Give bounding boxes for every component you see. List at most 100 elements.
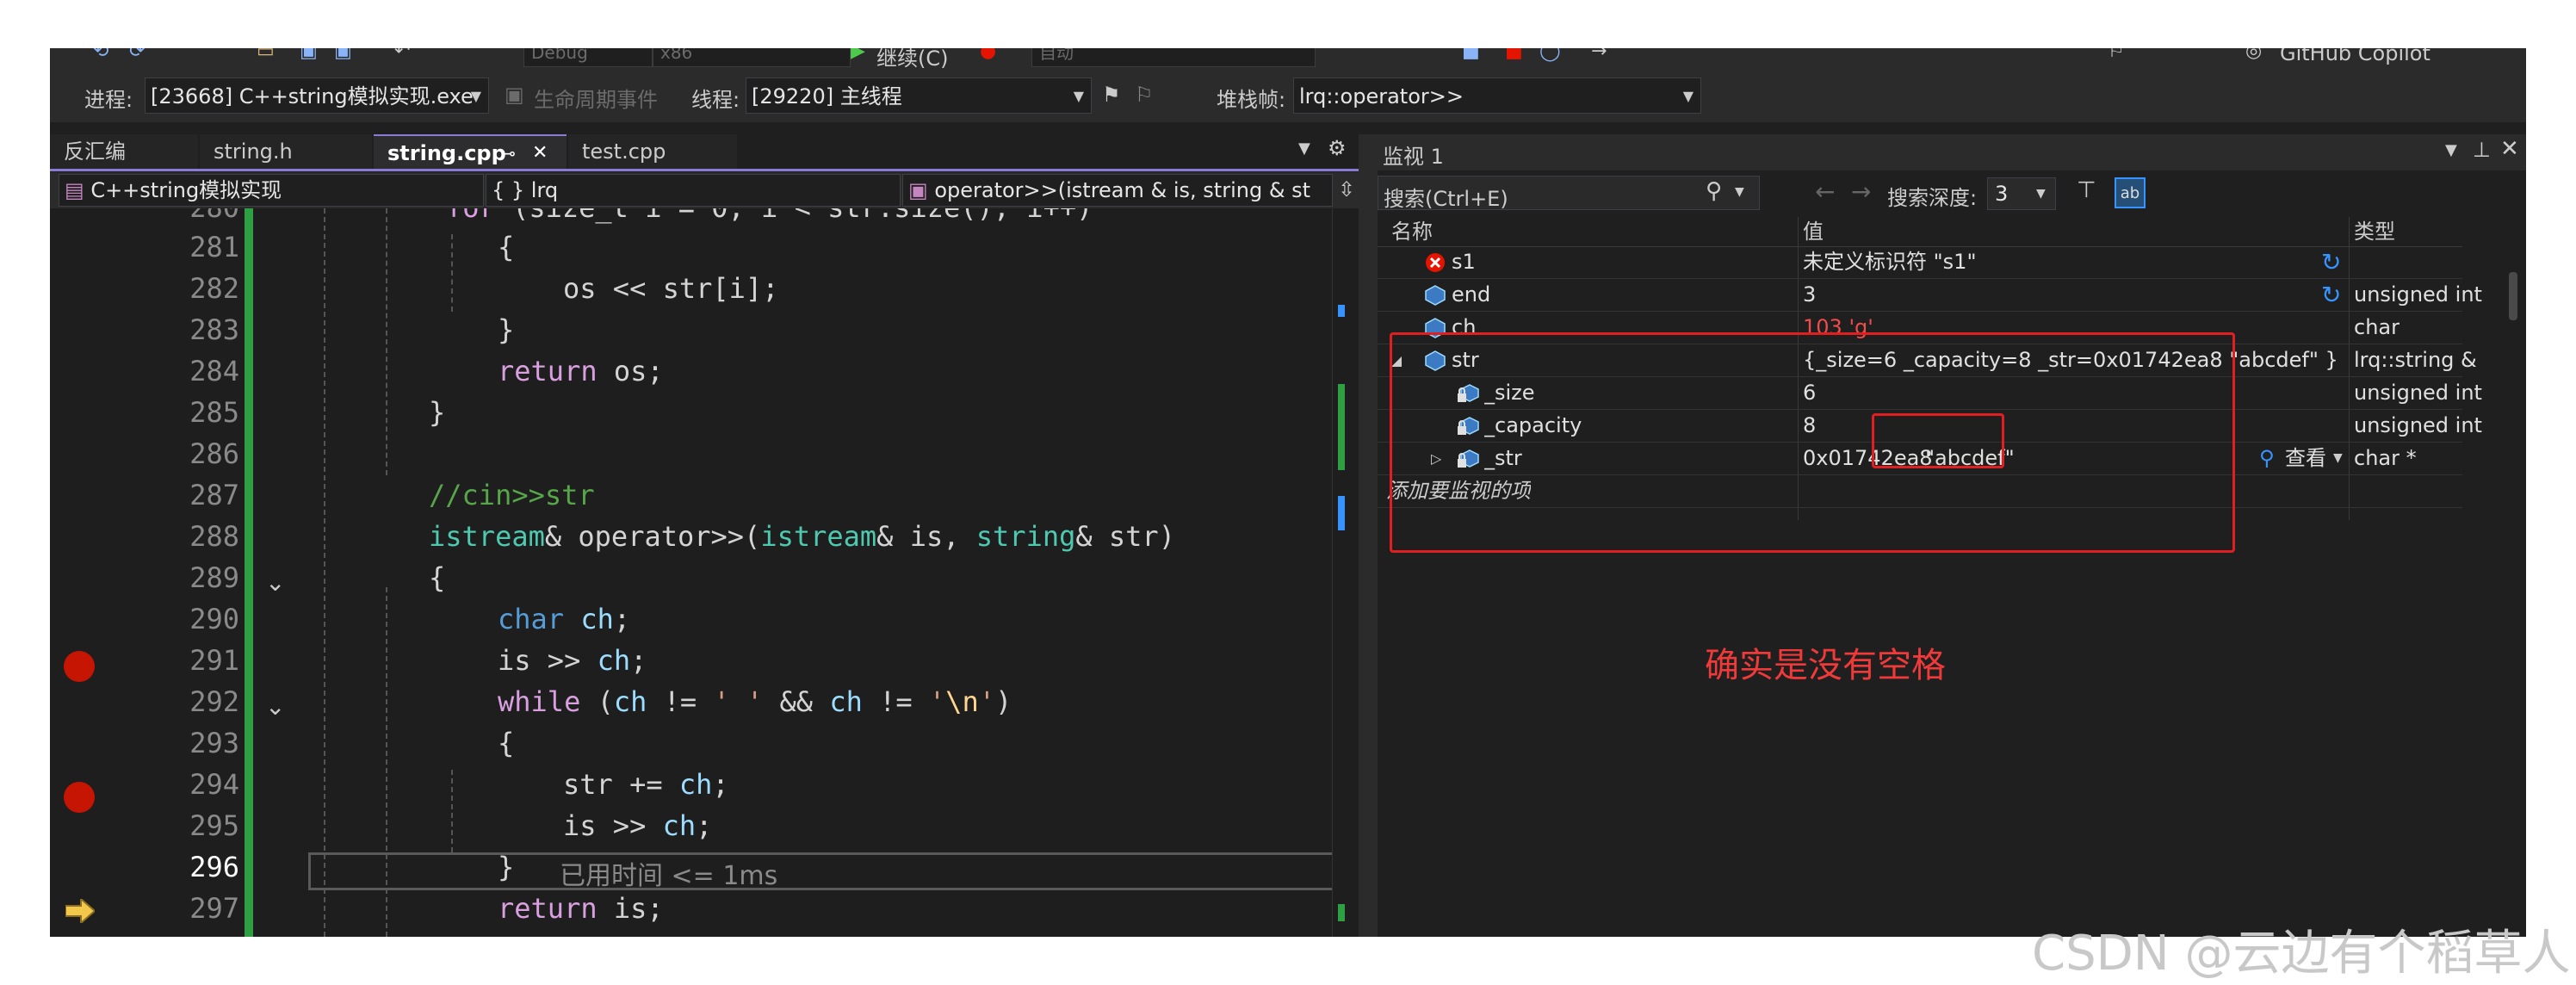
- process-label: 进程:: [84, 88, 133, 112]
- project-label: C++string模拟实现: [90, 178, 282, 202]
- pin-watch-icon[interactable]: ⊤: [2077, 177, 2096, 203]
- search-previous-icon[interactable]: ←: [1815, 177, 1835, 206]
- open-folder-icon[interactable]: ▭: [257, 48, 275, 61]
- chevron-down-icon: ▼: [1073, 88, 1084, 104]
- column-header-type[interactable]: 类型: [2354, 217, 2395, 246]
- member-combo[interactable]: ▣ operator>>(istream & is, string & st: [902, 174, 1333, 207]
- tab-disassembly[interactable]: 反汇编: [50, 134, 198, 169]
- fold-chevron-icon[interactable]: ⌄: [265, 692, 285, 721]
- gear-icon[interactable]: ⚙: [1328, 136, 1347, 160]
- breakpoint-icon[interactable]: [64, 651, 95, 682]
- project-combo[interactable]: ▤ C++string模拟实现: [59, 174, 484, 207]
- editor-scrollbar[interactable]: [1332, 208, 1359, 937]
- member-label: operator>>(istream & is, string & st: [934, 178, 1311, 202]
- line-number: 286: [189, 437, 239, 470]
- fold-chevron-icon[interactable]: ⌄: [265, 568, 285, 597]
- search-icon[interactable]: ⚲: [1706, 178, 1722, 204]
- scroll-marker: [1338, 384, 1345, 470]
- chevron-down-icon[interactable]: ▼: [2333, 443, 2343, 474]
- copilot-label[interactable]: GitHub Copilot: [2280, 48, 2430, 65]
- watch-row-s1[interactable]: s1 未定义标识符 "s1" ↻: [1378, 246, 2462, 279]
- stop-icon[interactable]: ●: [980, 48, 997, 61]
- code-line: {: [498, 231, 515, 263]
- process-combo[interactable]: [23668] C++string模拟实现.exe ▼: [145, 77, 489, 114]
- code-line: {: [498, 727, 515, 759]
- main-toolbar: ⟲ ⟳ ▭ ▣ ▣ ↶ Debug x86 ▶ 继续(C) ● 自动 ■ ■ ◯…: [50, 48, 2526, 71]
- stack-frame-combo[interactable]: lrq::operator>> ▼: [1293, 77, 1701, 114]
- indent-guide: [324, 208, 325, 937]
- continue-label[interactable]: 继续(C): [876, 48, 948, 71]
- hex-display-icon[interactable]: ab: [2115, 177, 2146, 208]
- thread-combo[interactable]: [29220] 主线程 ▼: [746, 77, 1092, 114]
- watch-value[interactable]: 未定义标识符 "s1": [1803, 246, 1976, 278]
- pane-splitter[interactable]: [1359, 134, 1378, 937]
- line-number: 293: [189, 727, 239, 759]
- lifecycle-label[interactable]: 生命周期事件: [534, 83, 658, 113]
- tab-list-icon[interactable]: ▼: [1298, 139, 1310, 158]
- code-line: is >> ch;: [498, 644, 647, 677]
- config-combo[interactable]: Debug: [523, 48, 653, 67]
- chevron-down-icon: ▼: [1682, 88, 1694, 104]
- scope-label: { } lrq: [492, 178, 559, 202]
- lifecycle-icon[interactable]: ▣: [505, 83, 524, 107]
- restart-debug-icon[interactable]: ◯: [1539, 48, 1561, 61]
- forward-icon[interactable]: ⟳: [129, 48, 146, 61]
- visualizer-icon[interactable]: ⚲: [2259, 443, 2275, 474]
- annotation-box-value: [1872, 413, 2004, 468]
- search-depth-label: 搜索深度:: [1887, 186, 1978, 210]
- close-icon[interactable]: ✕: [2500, 136, 2519, 162]
- restart-icon[interactable]: ■: [1462, 48, 1480, 61]
- flag-thread-icon[interactable]: ⚐: [1135, 83, 1154, 107]
- tab-string-cpp[interactable]: string.cpp ⊸ ✕: [374, 134, 567, 169]
- column-header-name[interactable]: 名称: [1391, 217, 1433, 246]
- window-menu-icon[interactable]: ▼: [2445, 141, 2457, 159]
- line-number: 280: [127, 208, 239, 224]
- scope-combo[interactable]: { } lrq: [486, 174, 901, 207]
- auto-combo[interactable]: 自动: [1031, 48, 1316, 67]
- search-depth-combo[interactable]: 3 ▼: [1987, 177, 2056, 210]
- pin-icon[interactable]: ⊸: [501, 136, 516, 170]
- watch-search-box[interactable]: 搜索(Ctrl+E) ⚲ ▼: [1378, 176, 1760, 212]
- line-number: 284: [189, 355, 239, 387]
- tab-string-h[interactable]: string.h: [200, 134, 372, 169]
- code-editor[interactable]: 280 281 282 283 284 285 286 287 288 289 …: [50, 208, 1359, 937]
- view-visualizer-button[interactable]: 查看: [2285, 443, 2326, 474]
- watch-type: char *: [2354, 446, 2417, 470]
- refresh-icon[interactable]: ↻: [2321, 279, 2341, 311]
- glyph-margin[interactable]: [50, 208, 108, 937]
- save-icon[interactable]: ▣: [300, 48, 318, 61]
- close-icon[interactable]: ✕: [532, 136, 548, 170]
- watch-scrollbar[interactable]: [2502, 246, 2526, 935]
- chevron-down-icon: ▼: [470, 88, 481, 104]
- flag-icon[interactable]: ⚑: [1102, 83, 1121, 107]
- copilot-icon[interactable]: ◎: [2245, 48, 2263, 61]
- tab-test-cpp[interactable]: test.cpp: [568, 134, 737, 169]
- save-all-icon[interactable]: ▣: [334, 48, 352, 61]
- refresh-icon[interactable]: ↻: [2321, 246, 2341, 278]
- watch-toolbar: 搜索(Ctrl+E) ⚲ ▼ ← → 搜索深度: 3 ▼ ⊤ ab: [1378, 170, 2526, 215]
- step-over-icon[interactable]: →: [1591, 48, 1608, 61]
- watch-title: 监视 1: [1383, 145, 1444, 169]
- split-editor-icon[interactable]: ⇳: [1338, 177, 1355, 201]
- code-line: }: [498, 851, 515, 883]
- continue-icon[interactable]: ▶: [851, 48, 868, 61]
- search-next-icon[interactable]: →: [1851, 177, 1871, 206]
- column-header-value[interactable]: 值: [1803, 217, 1824, 246]
- breakpoint-icon[interactable]: [64, 782, 95, 813]
- bookmark-icon[interactable]: ⚐: [2108, 48, 2125, 61]
- watch-search-input[interactable]: 搜索(Ctrl+E): [1384, 182, 1508, 212]
- watch-type: unsigned int: [2354, 282, 2482, 307]
- stack-frame-value: lrq::operator>>: [1299, 84, 1464, 108]
- watch-row-end[interactable]: end 3 ↻ unsigned int: [1378, 279, 2482, 312]
- scroll-thumb[interactable]: [2509, 272, 2517, 320]
- pin-icon[interactable]: ⊥: [2473, 138, 2491, 162]
- platform-combo[interactable]: x86: [653, 48, 851, 67]
- back-icon[interactable]: ⟲: [93, 48, 110, 61]
- undo-icon[interactable]: ↶: [394, 48, 412, 61]
- stop-debug-icon[interactable]: ■: [1505, 48, 1523, 61]
- variable-icon: [1425, 285, 1446, 306]
- chevron-down-icon[interactable]: ▼: [1735, 185, 1744, 199]
- indent-guide: [386, 208, 387, 475]
- annotation-text: 确实是没有空格: [1705, 646, 1946, 685]
- watch-value[interactable]: 3: [1803, 279, 1816, 311]
